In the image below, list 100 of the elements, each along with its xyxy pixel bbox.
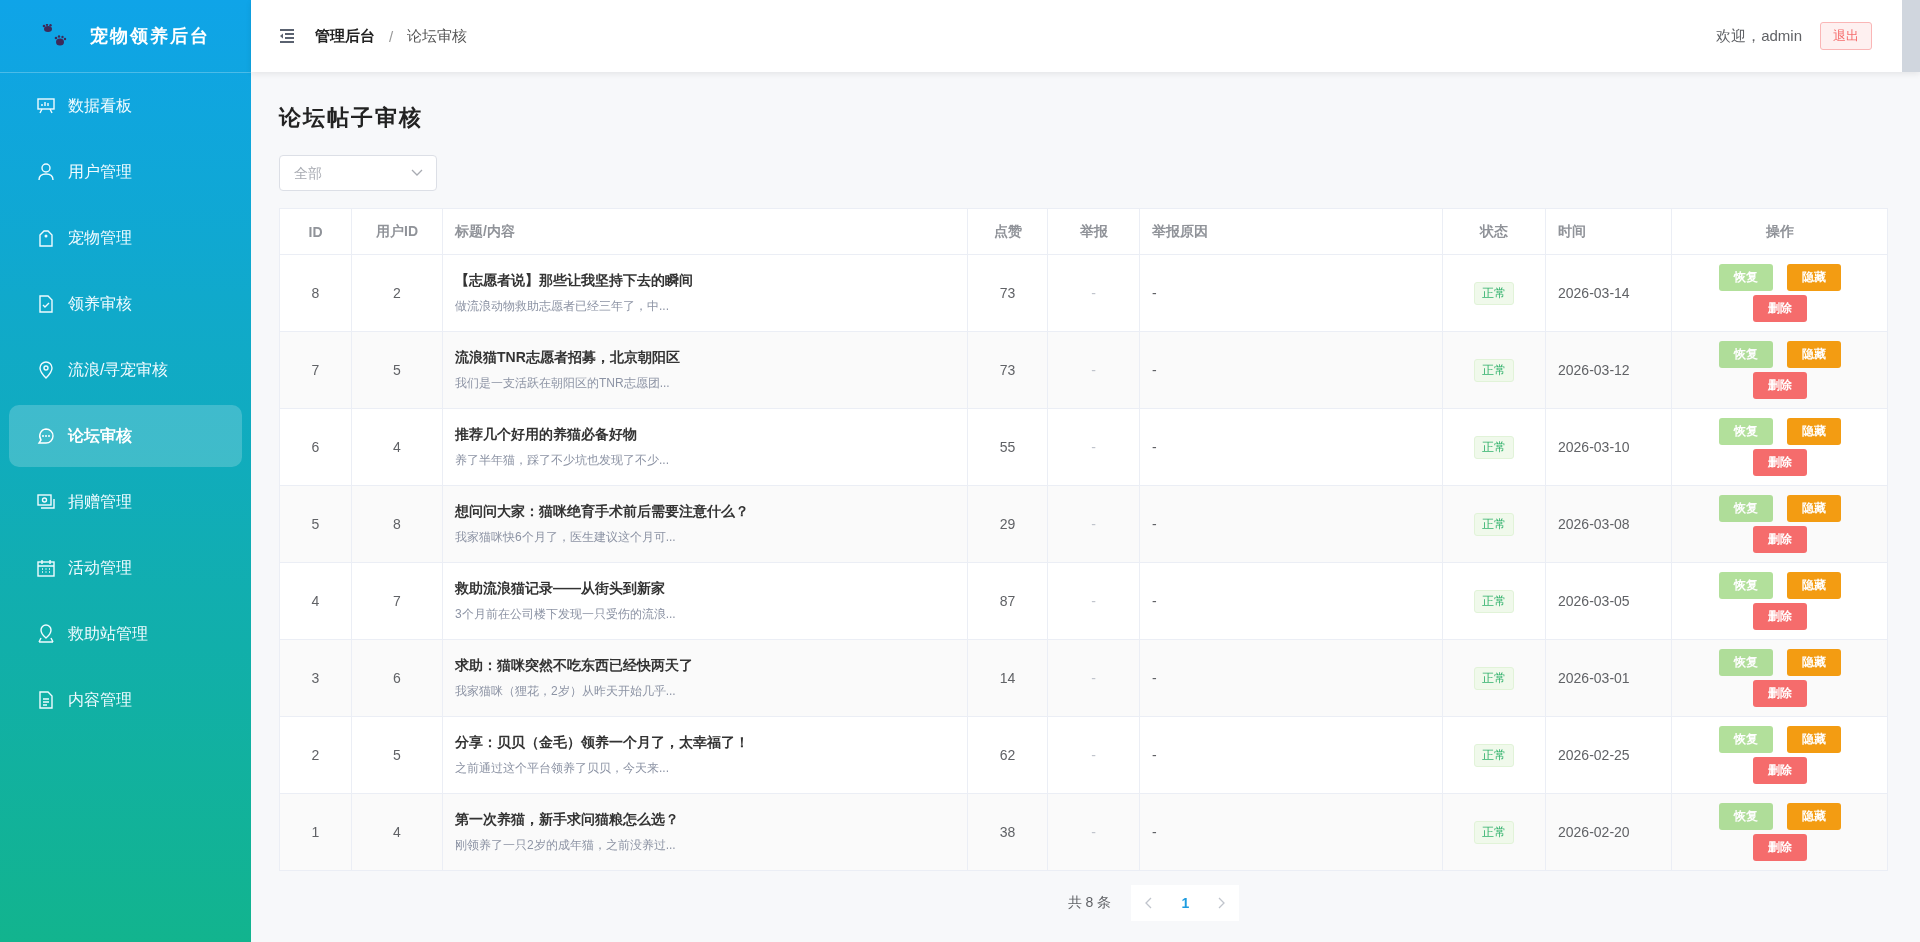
column-header: 操作 [1671, 208, 1888, 255]
status-filter[interactable]: 全部 [279, 155, 437, 191]
hide-button[interactable]: 隐藏 [1786, 572, 1841, 599]
post-title: 第一次养猫，新手求问猫粮怎么选？ [455, 810, 680, 829]
delete-button[interactable]: 删除 [1752, 757, 1807, 784]
delete-button[interactable]: 删除 [1752, 526, 1807, 553]
sidebar-item[interactable]: 活动管理 [9, 537, 242, 599]
sidebar-item[interactable]: 流浪/寻宠审核 [9, 339, 242, 401]
column-header: 状态 [1442, 208, 1546, 255]
post-excerpt: 3个月前在公司楼下发现一只受伤的流浪... [455, 605, 677, 623]
hide-button[interactable]: 隐藏 [1786, 495, 1841, 522]
post-title: 救助流浪猫记录——从街头到新家 [455, 579, 666, 598]
table-cell: 4 [351, 793, 443, 871]
menu-icon [36, 558, 56, 578]
menu-icon [36, 162, 56, 182]
sidebar-item[interactable]: 捐赠管理 [9, 471, 242, 533]
table-cell: 6 [351, 639, 443, 717]
menu-fold-icon[interactable] [279, 29, 295, 43]
table-cell: 73 [967, 331, 1048, 409]
delete-button[interactable]: 删除 [1752, 680, 1807, 707]
column-header: 举报原因 [1139, 208, 1443, 255]
hide-button[interactable]: 隐藏 [1786, 649, 1841, 676]
hide-button[interactable]: 隐藏 [1786, 264, 1841, 291]
column-header: 点赞 [967, 208, 1048, 255]
table-cell: 38 [967, 793, 1048, 871]
table-cell: - [1047, 331, 1140, 409]
status-tag: 正常 [1474, 281, 1514, 305]
welcome-text: 欢迎，admin [1716, 26, 1802, 46]
column-header: 举报 [1047, 208, 1140, 255]
table-cell: - [1139, 639, 1443, 717]
post-title: 分享：贝贝（金毛）领养一个月了，太幸福了！ [455, 733, 750, 752]
sidebar-item[interactable]: 论坛审核 [9, 405, 242, 467]
logout-button[interactable]: 退出 [1820, 22, 1872, 50]
status-tag: 正常 [1474, 512, 1514, 536]
post-excerpt: 刚领养了一只2岁的成年猫，之前没养过... [455, 836, 677, 854]
table-cell: 3 [279, 639, 352, 717]
menu-icon [36, 426, 56, 446]
post-title: 推荐几个好用的养猫必备好物 [455, 425, 638, 444]
table-cell: 5 [351, 331, 443, 409]
sidebar-item[interactable]: 用户管理 [9, 141, 242, 203]
post-excerpt: 养了半年猫，踩了不少坑也发现了不少... [455, 451, 670, 469]
table-cell: - [1047, 639, 1140, 717]
delete-button[interactable]: 删除 [1752, 295, 1807, 322]
table-cell: - [1139, 485, 1443, 563]
menu-icon [36, 96, 56, 116]
sidebar-item[interactable]: 数据看板 [9, 75, 242, 137]
column-header: 时间 [1545, 208, 1672, 255]
app-title: 宠物领养后台 [89, 24, 210, 48]
menu-icon [36, 492, 56, 512]
breadcrumb-link[interactable]: 管理后台 [315, 26, 375, 46]
sidebar-item[interactable]: 救助站管理 [9, 603, 242, 665]
table-cell: 6 [279, 408, 352, 486]
delete-button[interactable]: 删除 [1752, 449, 1807, 476]
table-cell: 2026-03-08 [1545, 485, 1672, 563]
table-cell: 2026-02-25 [1545, 716, 1672, 794]
status-tag: 正常 [1474, 666, 1514, 690]
sidebar-item[interactable]: 宠物管理 [9, 207, 242, 269]
status-tag: 正常 [1474, 820, 1514, 844]
status-tag: 正常 [1474, 435, 1514, 459]
menu-icon [36, 690, 56, 710]
table-cell: - [1139, 562, 1443, 640]
sidebar-item[interactable]: 领养审核 [9, 273, 242, 335]
table-cell: 2026-03-12 [1545, 331, 1672, 409]
table-cell: - [1139, 331, 1443, 409]
column-header: ID [279, 208, 352, 255]
table-cell: - [1047, 716, 1140, 794]
table-cell: 73 [967, 254, 1048, 332]
table-cell: 8 [279, 254, 352, 332]
post-title: 【志愿者说】那些让我坚持下去的瞬间 [455, 271, 694, 290]
table-cell: - [1047, 408, 1140, 486]
table-cell: 29 [967, 485, 1048, 563]
table-cell: - [1047, 793, 1140, 871]
hide-button[interactable]: 隐藏 [1786, 418, 1841, 445]
table-cell: 2026-03-05 [1545, 562, 1672, 640]
table-cell: 2026-02-20 [1545, 793, 1672, 871]
hide-button[interactable]: 隐藏 [1786, 726, 1841, 753]
table-cell: - [1139, 716, 1443, 794]
delete-button[interactable]: 删除 [1752, 603, 1807, 630]
column-header: 标题/内容 [442, 208, 968, 255]
delete-button[interactable]: 删除 [1752, 834, 1807, 861]
post-excerpt: 之前通过这个平台领养了贝贝，今天来... [455, 759, 670, 777]
table-cell: 62 [967, 716, 1048, 794]
menu-icon [36, 294, 56, 314]
table-cell: - [1047, 562, 1140, 640]
sidebar-item[interactable]: 内容管理 [9, 669, 242, 731]
breadcrumb-separator: / [389, 27, 394, 45]
column-header: 用户ID [351, 208, 443, 255]
total-count: 共 8 条 [1067, 894, 1112, 912]
hide-button[interactable]: 隐藏 [1786, 341, 1841, 368]
delete-button[interactable]: 删除 [1752, 372, 1807, 399]
status-tag: 正常 [1474, 358, 1514, 382]
paw-icon [41, 24, 68, 48]
table-cell: 87 [967, 562, 1048, 640]
table-cell: 1 [279, 793, 352, 871]
hide-button[interactable]: 隐藏 [1786, 803, 1841, 830]
table-cell: 2026-03-14 [1545, 254, 1672, 332]
table-cell: - [1047, 254, 1140, 332]
menu-icon [36, 228, 56, 248]
table-cell: - [1047, 485, 1140, 563]
table-cell: 4 [279, 562, 352, 640]
